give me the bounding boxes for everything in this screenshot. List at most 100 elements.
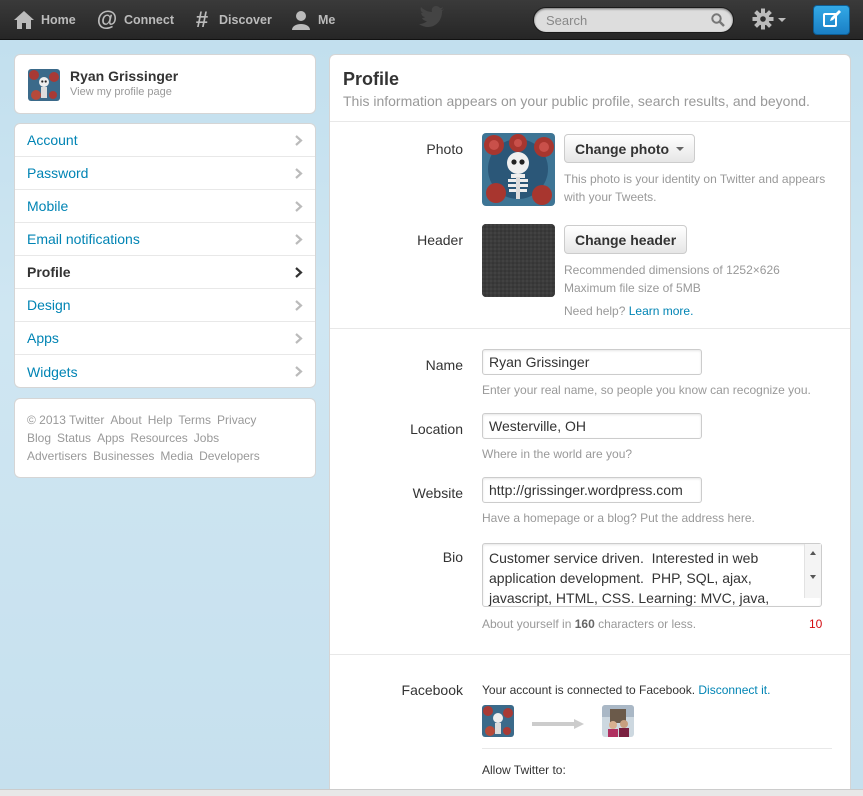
chevron-right-icon <box>295 333 303 344</box>
sidebar-item-mobile[interactable]: Mobile <box>15 190 315 223</box>
photo-hint: This photo is your identity on Twitter a… <box>564 170 825 206</box>
horizontal-scrollbar[interactable] <box>0 789 863 796</box>
footer-link-privacy[interactable]: Privacy <box>217 413 256 427</box>
sidebar-item-design[interactable]: Design <box>15 289 315 322</box>
sidebar-item-password[interactable]: Password <box>15 157 315 190</box>
footer-link-blog[interactable]: Blog <box>27 431 51 445</box>
sidebar-item-widgets[interactable]: Widgets <box>15 355 315 387</box>
name-label: Name <box>425 357 463 373</box>
footer-link-businesses[interactable]: Businesses <box>93 449 154 463</box>
chevron-down-icon <box>676 146 685 151</box>
search-icon[interactable] <box>711 13 725 27</box>
chevron-right-icon <box>295 168 303 179</box>
header-label: Header <box>417 232 463 248</box>
nav-discover-label: Discover <box>219 13 272 27</box>
settings-menu: Account Password Mobile Email notificati… <box>14 123 316 388</box>
photo-hint-line-1: This photo is your identity on Twitter a… <box>564 172 826 186</box>
footer-link-status[interactable]: Status <box>57 431 91 445</box>
change-photo-label: Change photo <box>575 140 670 157</box>
learn-more-link[interactable]: Learn more. <box>629 304 694 318</box>
sidebar-item-label: Profile <box>27 264 71 280</box>
footer-links: © 2013 Twitter About Help Terms Privacy Blog… <box>14 398 316 478</box>
avatar <box>28 69 60 101</box>
nav-home-label: Home <box>41 13 76 27</box>
sidebar-item-label: Widgets <box>27 363 78 380</box>
user-card[interactable]: Ryan Grissinger View my profile page <box>14 54 316 114</box>
location-hint: Where in the world are you? <box>482 447 633 461</box>
sidebar-item-label: Email notifications <box>27 231 140 247</box>
chevron-down-icon <box>778 18 786 22</box>
page-subtitle: This information appears on your public … <box>343 93 810 109</box>
photo-label: Photo <box>426 141 463 157</box>
footer-link-apps[interactable]: Apps <box>97 431 124 445</box>
search-input[interactable] <box>534 8 704 32</box>
change-photo-button[interactable]: Change photo <box>564 134 696 163</box>
facebook-status: Your account is connected to Facebook. D… <box>482 681 770 699</box>
footer-link-jobs[interactable]: Jobs <box>194 431 219 445</box>
nav-discover[interactable]: # Discover <box>190 0 272 40</box>
facebook-avatar-thumb <box>602 705 634 737</box>
header-hint-line-1: Recommended dimensions of 1252×626 <box>564 263 780 277</box>
location-label: Location <box>410 421 463 437</box>
nav-me-label: Me <box>318 13 336 27</box>
nav-me[interactable]: Me <box>289 0 335 40</box>
twitter-bird-icon <box>419 6 445 32</box>
footer-link-help[interactable]: Help <box>148 413 173 427</box>
chevron-right-icon <box>295 201 303 212</box>
footer-link-resources[interactable]: Resources <box>130 431 187 445</box>
footer-link-media[interactable]: Media <box>160 449 193 463</box>
profile-photo <box>482 133 555 206</box>
divider <box>482 748 832 749</box>
at-sign-icon: @ <box>96 8 118 31</box>
sidebar-item-label: Password <box>27 165 89 181</box>
person-icon <box>289 8 313 32</box>
facebook-label: Facebook <box>401 682 463 698</box>
change-header-button[interactable]: Change header <box>564 225 688 254</box>
divider <box>330 121 850 122</box>
bio-character-count: 10 <box>809 617 823 631</box>
twitter-avatar-thumb <box>482 705 514 737</box>
chevron-right-icon <box>295 366 303 377</box>
header-hint: Recommended dimensions of 1252×626 Maxim… <box>564 261 780 297</box>
chevron-right-icon <box>295 267 303 278</box>
allow-twitter-label: Allow Twitter to: <box>482 763 566 777</box>
user-name: Ryan Grissinger <box>70 68 179 84</box>
location-field[interactable] <box>482 413 702 439</box>
need-help-text: Need help? <box>564 304 626 318</box>
settings-menu-button[interactable] <box>752 8 792 32</box>
footer-link-terms[interactable]: Terms <box>178 413 211 427</box>
sidebar-item-account[interactable]: Account <box>15 124 315 157</box>
chevron-right-icon <box>295 300 303 311</box>
compose-pencil-icon <box>822 9 842 32</box>
facebook-connected-text: Your account is connected to Facebook. <box>482 683 696 697</box>
header-hint-line-2: Maximum file size of 5MB <box>564 281 701 295</box>
header-help: Need help? Learn more. <box>564 302 693 320</box>
footer-link-advertisers[interactable]: Advertisers <box>27 449 87 463</box>
name-field[interactable] <box>482 349 702 375</box>
sidebar-item-label: Mobile <box>27 198 69 214</box>
sidebar-item-label: Account <box>27 132 78 148</box>
footer-link-about[interactable]: About <box>110 413 141 427</box>
chevron-right-icon <box>295 135 303 146</box>
chevron-right-icon <box>295 234 303 245</box>
bio-textarea[interactable]: Customer service driven. Interested in w… <box>482 543 822 607</box>
compose-tweet-button[interactable] <box>813 5 850 35</box>
website-field[interactable] <box>482 477 702 503</box>
view-profile-link[interactable]: View my profile page <box>70 86 172 98</box>
nav-home[interactable]: Home <box>12 0 76 40</box>
scroll-up-icon[interactable] <box>810 551 816 555</box>
nav-connect[interactable]: @ Connect <box>95 0 174 40</box>
sidebar-item-email-notifications[interactable]: Email notifications <box>15 223 315 256</box>
bio-scrollbar[interactable] <box>804 544 821 598</box>
bio-hint: About yourself in 160 characters or less… <box>482 615 696 633</box>
footer-copyright: © 2013 Twitter <box>27 413 105 427</box>
website-label: Website <box>412 485 463 501</box>
footer-link-developers[interactable]: Developers <box>199 449 260 463</box>
sidebar-item-apps[interactable]: Apps <box>15 322 315 355</box>
sidebar-item-profile[interactable]: Profile <box>15 256 315 289</box>
sidebar-item-label: Apps <box>27 330 59 346</box>
disconnect-facebook-link[interactable]: Disconnect it. <box>698 683 770 697</box>
scroll-down-icon[interactable] <box>810 575 816 579</box>
arrow-right-icon <box>532 717 584 732</box>
bio-hint-limit: 160 <box>574 617 595 631</box>
